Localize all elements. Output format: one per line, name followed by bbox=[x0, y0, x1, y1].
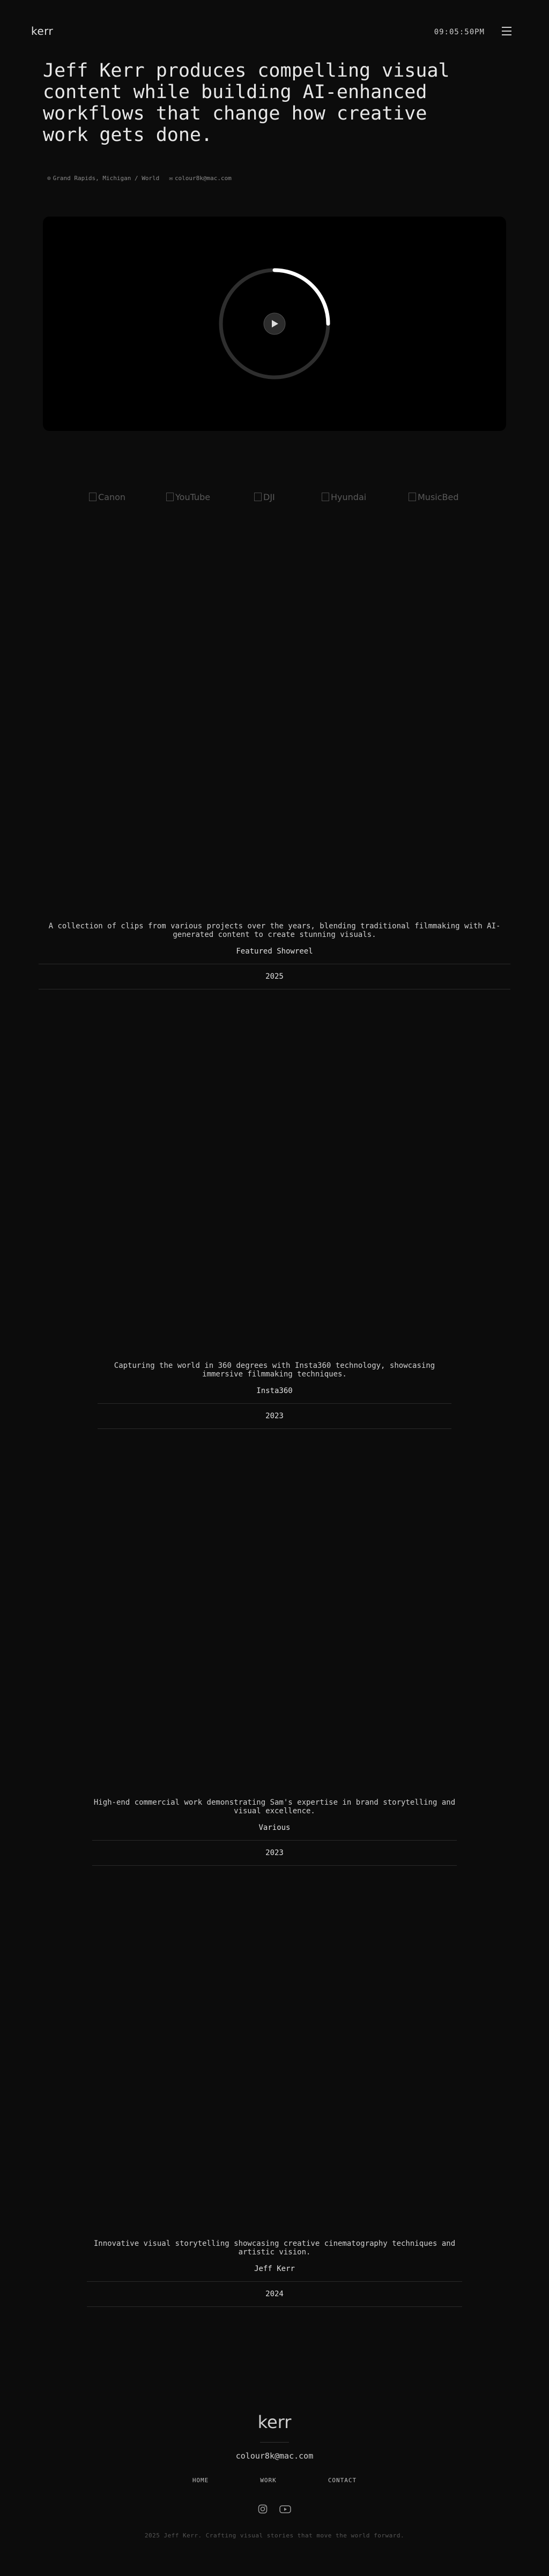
client-logos: Canon YouTube DJI Hyundai MusicBed bbox=[0, 492, 549, 505]
video-player[interactable] bbox=[43, 217, 506, 431]
client-logo-youtube: YouTube bbox=[166, 492, 210, 502]
client-logo-alt-text: Hyundai bbox=[331, 492, 367, 502]
hero-headline: Jeff Kerr produces compelling visual con… bbox=[43, 60, 450, 146]
email-item[interactable]: ✉ colour8k@mac.com bbox=[169, 175, 232, 182]
footer-nav-work[interactable]: WORK bbox=[260, 2477, 277, 2484]
footer-email-link[interactable]: colour8k@mac.com bbox=[0, 2451, 549, 2461]
hero-email-link[interactable]: colour8k@mac.com bbox=[175, 175, 232, 182]
client-logo-alt-text: MusicBed bbox=[418, 492, 459, 502]
copyright-text: 2025 Jeff Kerr. Crafting visual stories … bbox=[144, 2532, 405, 2539]
project-client: Jeff Kerr bbox=[87, 2257, 462, 2282]
client-logo-alt-text: Canon bbox=[98, 492, 126, 502]
footer-nav-home[interactable]: HOME bbox=[192, 2477, 209, 2484]
broken-image-icon bbox=[89, 493, 97, 501]
project-year: 2025 bbox=[39, 964, 510, 989]
social-links bbox=[0, 2504, 549, 2514]
project-description: Capturing the world in 360 degrees with … bbox=[114, 1361, 435, 1379]
project-client: Featured Showreel bbox=[39, 939, 510, 964]
client-logo-musicbed: MusicBed bbox=[409, 492, 459, 502]
project-card[interactable]: A collection of clips from various proje… bbox=[0, 922, 549, 989]
project-client: Insta360 bbox=[98, 1379, 451, 1404]
hero-meta: ⊙ Grand Rapids, Michigan / World ✉ colour8… bbox=[47, 175, 232, 182]
project-description: Innovative visual storytelling showcasin… bbox=[93, 2239, 456, 2257]
footer-logo[interactable]: kerr bbox=[0, 2412, 549, 2432]
footer-nav-contact[interactable]: CONTACT bbox=[328, 2477, 357, 2484]
footer-nav: HOME WORK CONTACT bbox=[0, 2477, 549, 2484]
project-year: 2023 bbox=[92, 1841, 457, 1866]
client-logo-alt-text: YouTube bbox=[175, 492, 211, 502]
youtube-icon[interactable] bbox=[279, 2504, 291, 2514]
broken-image-icon bbox=[322, 493, 329, 501]
hamburger-menu-icon[interactable] bbox=[502, 27, 511, 35]
project-description: High-end commercial work demonstrating S… bbox=[93, 1798, 456, 1815]
project-card[interactable]: Capturing the world in 360 degrees with … bbox=[0, 1361, 549, 1429]
client-logo-hyundai: Hyundai bbox=[322, 492, 366, 502]
project-year: 2024 bbox=[87, 2282, 462, 2307]
project-description: A collection of clips from various proje… bbox=[48, 922, 501, 939]
project-year: 2023 bbox=[98, 1404, 451, 1429]
client-logo-canon: Canon bbox=[89, 492, 125, 502]
local-clock: 09:05:50PM bbox=[434, 28, 485, 36]
project-card[interactable]: High-end commercial work demonstrating S… bbox=[0, 1798, 549, 1866]
project-card[interactable]: Innovative visual storytelling showcasin… bbox=[0, 2239, 549, 2307]
site-footer: kerr colour8k@mac.com HOME WORK CONTACT … bbox=[0, 2412, 549, 2539]
location-item: ⊙ Grand Rapids, Michigan / World bbox=[47, 175, 159, 182]
location-text: Grand Rapids, Michigan / World bbox=[53, 175, 160, 182]
broken-image-icon bbox=[254, 493, 262, 501]
site-header: kerr 09:05:50PM bbox=[0, 0, 549, 64]
project-client: Various bbox=[92, 1815, 457, 1841]
client-logo-alt-text: DJI bbox=[263, 492, 275, 502]
location-pin-icon: ⊙ bbox=[47, 175, 51, 182]
client-logo-dji: DJI bbox=[254, 492, 275, 502]
site-logo[interactable]: kerr bbox=[31, 25, 53, 38]
broken-image-icon bbox=[166, 493, 174, 501]
footer-divider bbox=[260, 2442, 289, 2443]
mail-icon: ✉ bbox=[169, 175, 173, 182]
instagram-icon[interactable] bbox=[258, 2504, 268, 2514]
broken-image-icon bbox=[409, 493, 416, 501]
